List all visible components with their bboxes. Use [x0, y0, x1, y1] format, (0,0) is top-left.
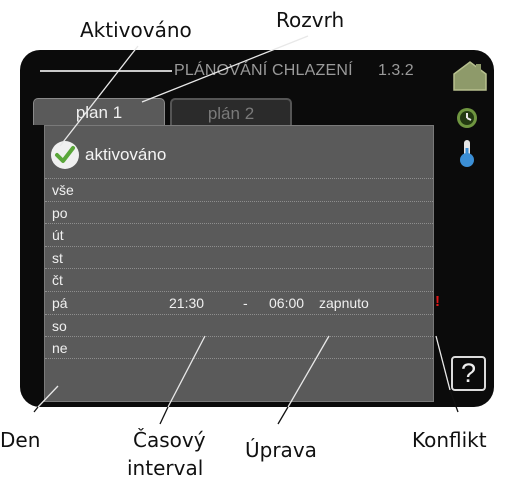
- callout-uprava: Úprava: [245, 438, 317, 462]
- callout-konflikt: Konflikt: [412, 428, 487, 452]
- callout-casovy: Časový: [133, 428, 206, 452]
- callout-den: Den: [0, 428, 41, 452]
- callout-interval: interval: [127, 456, 204, 480]
- callout-leader-lines: [33, 35, 459, 425]
